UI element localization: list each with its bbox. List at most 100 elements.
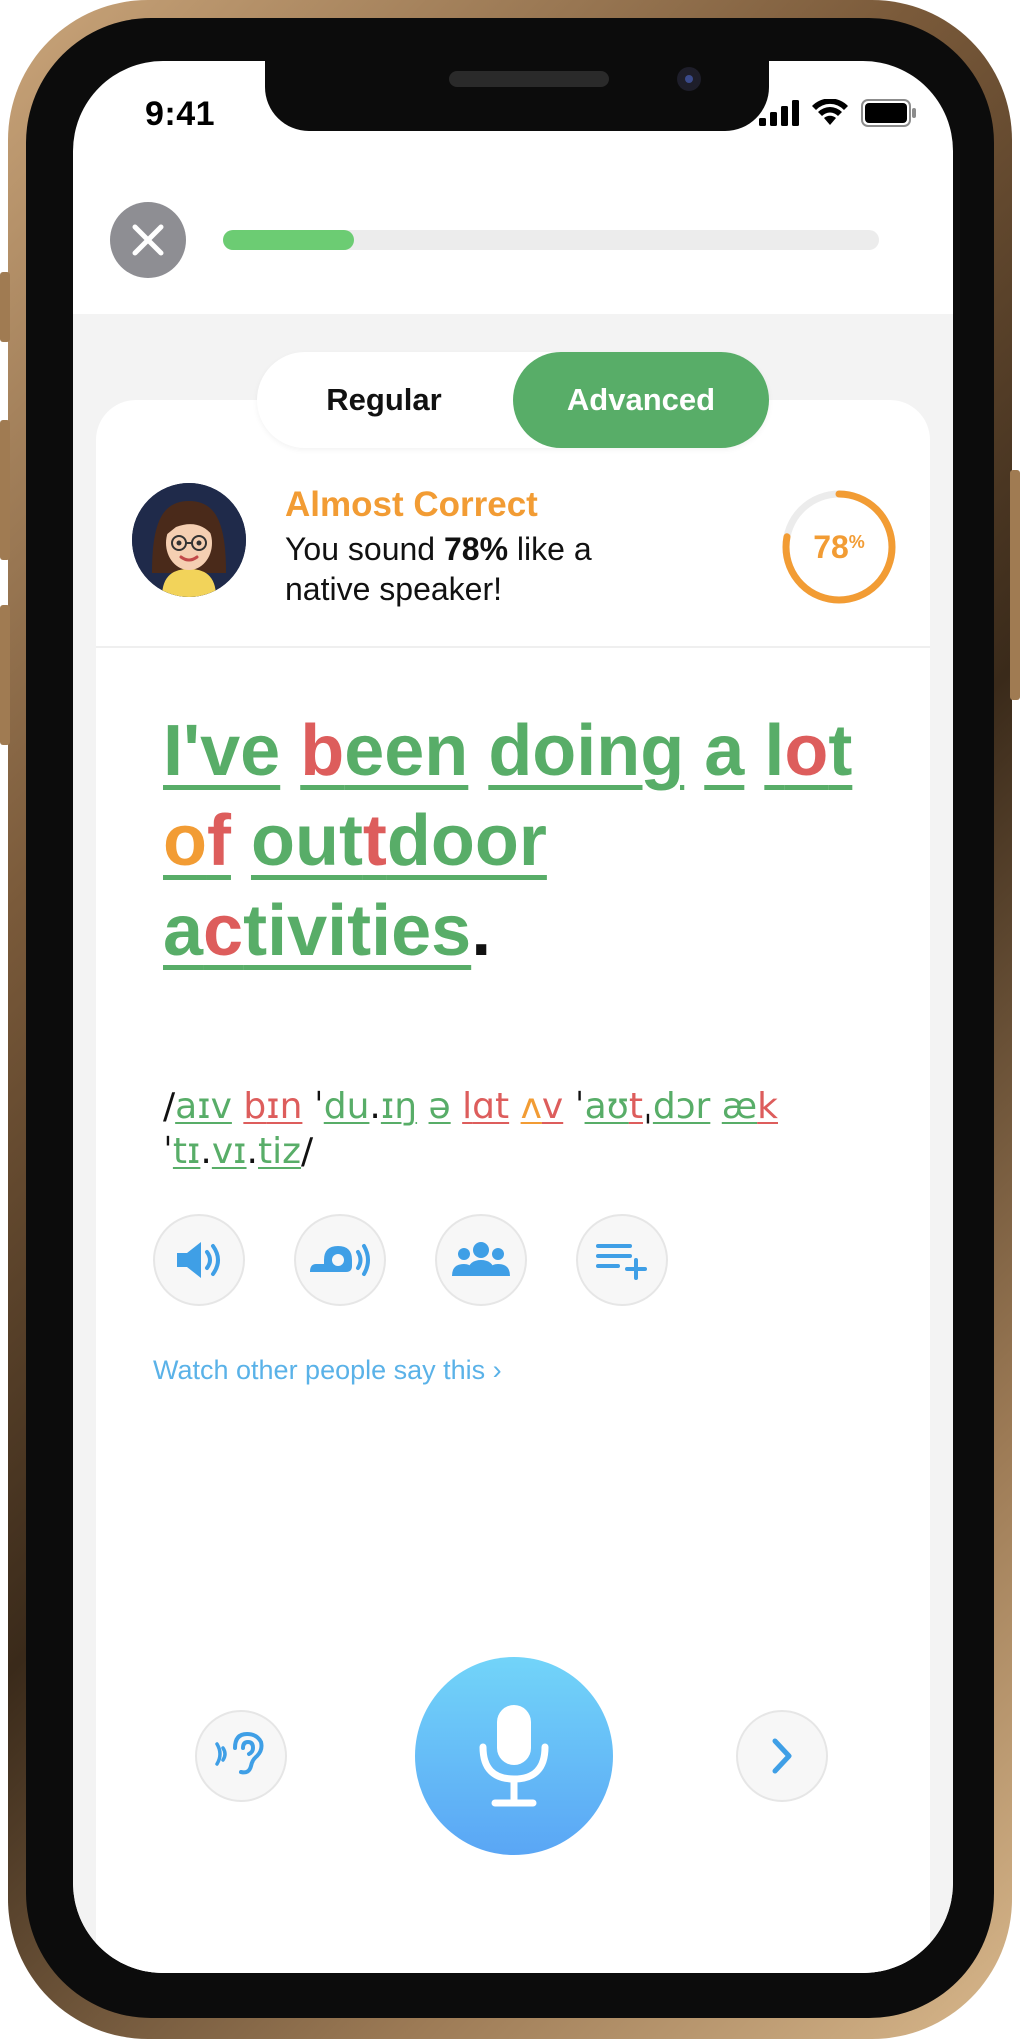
sentence-word[interactable]: lot (764, 711, 852, 791)
front-camera (677, 67, 701, 91)
sentence-word[interactable]: outtdoor (251, 801, 547, 881)
word-segment: o (784, 711, 829, 791)
ipa-segment (710, 1086, 721, 1127)
mute-switch (0, 272, 10, 342)
ipa-segment: tiz (258, 1131, 302, 1172)
wifi-icon (812, 99, 848, 125)
word-segment: doing (488, 711, 685, 791)
practice-sentence: I've been doing a lot of outtdoor activi… (163, 706, 883, 976)
avatar (132, 483, 246, 597)
ipa-segment: æ (721, 1086, 758, 1127)
battery-icon (861, 99, 916, 127)
ipa-segment: / (301, 1131, 314, 1172)
ipa-segment: vɪ (211, 1131, 247, 1172)
result-title: Almost Correct (285, 485, 538, 524)
record-button[interactable] (415, 1657, 613, 1855)
play-audio-button[interactable] (153, 1214, 245, 1306)
watch-others-link[interactable]: Watch other people say this › (153, 1355, 502, 1386)
sentence-word[interactable]: activities (163, 891, 471, 971)
ipa-segment (232, 1086, 243, 1127)
ipa-segment: tɪ (172, 1131, 201, 1172)
volume-up-button (0, 420, 10, 560)
ipa-segment: b (243, 1086, 267, 1127)
sentence-end-punctuation: . (471, 891, 492, 971)
progress-fill (223, 230, 355, 250)
chevron-right-icon (772, 1738, 792, 1774)
play-slow-button[interactable] (294, 1214, 386, 1306)
message-prefix: You sound (285, 531, 444, 567)
ipa-segment: ˌ (642, 1086, 653, 1127)
sentence-word[interactable]: a (704, 711, 744, 791)
ipa-segment: ɪŋ (380, 1086, 418, 1127)
score-ring: 78% (782, 490, 896, 604)
status-time: 9:41 (145, 95, 216, 133)
snail-speaker-icon (310, 1244, 370, 1276)
card-divider (96, 646, 930, 648)
score-unit: % (849, 532, 865, 552)
score-percent-text: 78% (443, 531, 509, 567)
ipa-segment: ɪn (266, 1086, 303, 1127)
word-segment: c (203, 891, 244, 971)
word-segment: t (362, 801, 387, 881)
speaker-icon (177, 1242, 220, 1278)
mode-toggle: Regular Advanced (257, 352, 769, 448)
word-segment: f (206, 801, 231, 881)
community-button[interactable] (435, 1214, 527, 1306)
listen-recording-button[interactable] (195, 1710, 287, 1802)
svg-text:78%: 78% (813, 529, 865, 565)
ipa-segment: t (628, 1086, 643, 1127)
add-to-list-button[interactable] (576, 1214, 668, 1306)
word-segment: a (163, 891, 204, 971)
volume-down-button (0, 605, 10, 745)
ipa-segment: . (246, 1131, 258, 1172)
ipa-segment: aɪv (175, 1086, 232, 1127)
tab-advanced[interactable]: Advanced (513, 352, 769, 448)
ipa-segment: ɑ (472, 1086, 496, 1127)
ipa-transcription: /aɪv bɪn ˈdu.ɪŋ ə lɑt ʌv ˈaʊtˌdɔr æk ˈtɪ… (163, 1084, 883, 1174)
status-icons (759, 99, 917, 127)
power-button (1010, 470, 1020, 700)
word-segment: a (704, 711, 745, 791)
word-segment: o (163, 801, 207, 881)
group-icon (452, 1242, 510, 1276)
sentence-word[interactable]: doing (488, 711, 684, 791)
ipa-segment: aʊ (584, 1086, 629, 1127)
ipa-segment: l (462, 1086, 473, 1127)
ipa-segment (509, 1086, 520, 1127)
ipa-segment (417, 1086, 428, 1127)
ear-icon (215, 1732, 264, 1775)
tab-regular[interactable]: Regular (257, 352, 511, 448)
ipa-segment: dɔr (652, 1086, 711, 1127)
phone-screen: 9:41 Regular Advanced Almost Correct You… (73, 61, 953, 1973)
ipa-segment: . (369, 1086, 381, 1127)
sentence-word[interactable]: I've (163, 711, 280, 791)
word-segment: door (386, 801, 547, 881)
word-segment: tivities (243, 891, 472, 971)
ipa-segment: / (163, 1086, 176, 1127)
close-button[interactable] (110, 202, 186, 278)
progress-bar (223, 230, 879, 250)
microphone-icon (479, 1705, 549, 1807)
word-segment: b (300, 711, 345, 791)
ipa-segment: ə (428, 1086, 451, 1127)
notch (265, 61, 769, 131)
ipa-segment (451, 1086, 462, 1127)
ipa-segment: du (323, 1086, 370, 1127)
ipa-segment: . (200, 1131, 212, 1172)
ipa-segment: ʌ (520, 1086, 542, 1127)
sentence-word[interactable]: of (163, 801, 231, 881)
word-segment: out (250, 801, 363, 881)
ipa-segment: ˈ (163, 1131, 173, 1172)
result-message: You sound 78% like a native speaker! (285, 529, 685, 609)
next-button[interactable] (736, 1710, 828, 1802)
x-icon (132, 224, 164, 256)
ipa-segment: v (541, 1086, 564, 1127)
ipa-segment: ˈ (563, 1086, 585, 1127)
word-segment: l (764, 711, 785, 791)
word-segment: t (828, 711, 853, 791)
ipa-segment: k (757, 1086, 778, 1127)
sentence-word[interactable]: been (300, 711, 468, 791)
ipa-segment: ˈ (302, 1086, 324, 1127)
ipa-segment: t (495, 1086, 510, 1127)
word-segment: I've (163, 711, 281, 791)
